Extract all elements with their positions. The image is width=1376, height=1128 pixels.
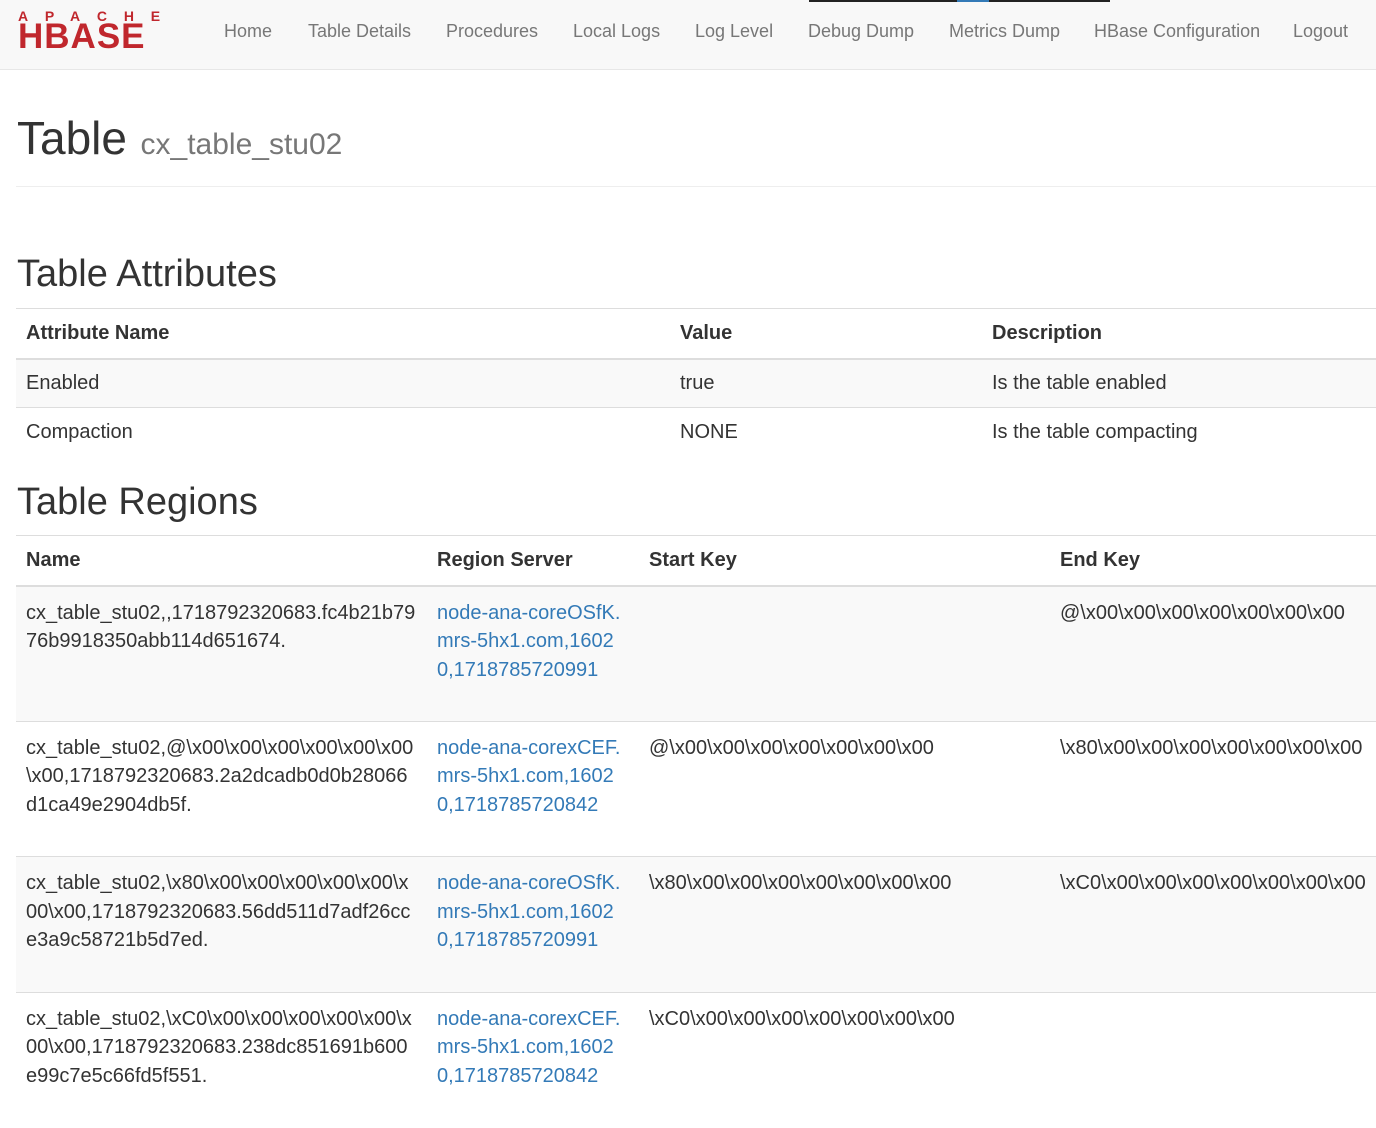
- logo-hbase-text: HBASE: [18, 17, 146, 56]
- hbase-logo[interactable]: APACHE HBASE: [18, 9, 186, 56]
- region-server-cell: node-ana-corexCEF.mrs-5hx1.com,16020,171…: [427, 720, 639, 857]
- region-server-link[interactable]: node-ana-corexCEF.mrs-5hx1.com,16020,171…: [437, 1008, 620, 1087]
- attribute-value-cell: true: [670, 358, 982, 408]
- page-title: Table cx_table_stu02: [17, 110, 342, 170]
- end-key-cell: [1050, 991, 1376, 1128]
- table-regions: Name Region Server Start Key End Key cx_…: [16, 535, 1376, 1128]
- column-header-attribute-name: Attribute Name: [16, 308, 670, 360]
- nav-metrics-dump[interactable]: Metrics Dump: [949, 19, 1060, 43]
- start-key-cell: [639, 585, 1050, 721]
- end-key-cell: \xC0\x00\x00\x00\x00\x00\x00\x00: [1050, 856, 1376, 992]
- table-attributes-heading: Table Attributes: [17, 253, 277, 295]
- nav-log-level[interactable]: Log Level: [695, 19, 773, 43]
- region-server-cell: node-ana-coreOSfK.mrs-5hx1.com,16020,171…: [427, 585, 639, 721]
- nav-debug-dump[interactable]: Debug Dump: [808, 19, 914, 43]
- column-header-end-key: End Key: [1050, 535, 1376, 587]
- table-header-row: Attribute Name Value Description: [16, 308, 1376, 360]
- region-name-cell: cx_table_stu02,\x80\x00\x00\x00\x00\x00\…: [16, 856, 427, 992]
- region-name-cell: cx_table_stu02,\xC0\x00\x00\x00\x00\x00\…: [16, 991, 427, 1128]
- table-header-row: Name Region Server Start Key End Key: [16, 535, 1376, 587]
- attribute-description-cell: Is the table compacting: [982, 407, 1376, 457]
- nav-logout[interactable]: Logout: [1293, 19, 1348, 43]
- start-key-cell: \x80\x00\x00\x00\x00\x00\x00\x00: [639, 856, 1050, 992]
- title-divider: [16, 186, 1376, 187]
- end-key-cell: @\x00\x00\x00\x00\x00\x00\x00: [1050, 585, 1376, 721]
- table-row: cx_table_stu02,\x80\x00\x00\x00\x00\x00\…: [16, 856, 1376, 992]
- nav-procedures[interactable]: Procedures: [446, 19, 538, 43]
- table-attributes: Attribute Name Value Description Enabled…: [16, 308, 1376, 457]
- start-key-cell: \xC0\x00\x00\x00\x00\x00\x00\x00: [639, 991, 1050, 1128]
- region-server-link[interactable]: node-ana-corexCEF.mrs-5hx1.com,16020,171…: [437, 737, 620, 816]
- page-title-table-name: cx_table_stu02: [140, 128, 343, 161]
- attribute-description-cell: Is the table enabled: [982, 358, 1376, 408]
- table-regions-heading: Table Regions: [17, 481, 258, 523]
- top-navbar: APACHE HBASE Home Table Details Procedur…: [0, 0, 1376, 70]
- page-title-text: Table: [17, 112, 127, 164]
- region-server-cell: node-ana-coreOSfK.mrs-5hx1.com,16020,171…: [427, 856, 639, 992]
- column-header-start-key: Start Key: [639, 535, 1050, 587]
- region-name-cell: cx_table_stu02,,1718792320683.fc4b21b797…: [16, 585, 427, 721]
- table-row: cx_table_stu02,@\x00\x00\x00\x00\x00\x00…: [16, 720, 1376, 857]
- nav-hbase-configuration[interactable]: HBase Configuration: [1094, 19, 1260, 43]
- nav-local-logs[interactable]: Local Logs: [573, 19, 660, 43]
- attribute-value-cell: NONE: [670, 407, 982, 457]
- region-server-link[interactable]: node-ana-coreOSfK.mrs-5hx1.com,16020,171…: [437, 602, 620, 681]
- table-row: cx_table_stu02,,1718792320683.fc4b21b797…: [16, 585, 1376, 721]
- nav-table-details[interactable]: Table Details: [308, 19, 411, 43]
- table-row: cx_table_stu02,\xC0\x00\x00\x00\x00\x00\…: [16, 991, 1376, 1128]
- nav-home[interactable]: Home: [224, 19, 272, 43]
- navbar-top-accent: [957, 0, 989, 2]
- column-header-region-server: Region Server: [427, 535, 639, 587]
- region-name-cell: cx_table_stu02,@\x00\x00\x00\x00\x00\x00…: [16, 720, 427, 857]
- table-row: Enabled true Is the table enabled: [16, 358, 1376, 408]
- column-header-value: Value: [670, 308, 982, 360]
- region-server-link[interactable]: node-ana-coreOSfK.mrs-5hx1.com,16020,171…: [437, 872, 620, 951]
- table-row: Compaction NONE Is the table compacting: [16, 407, 1376, 457]
- column-header-description: Description: [982, 308, 1376, 360]
- start-key-cell: @\x00\x00\x00\x00\x00\x00\x00: [639, 720, 1050, 857]
- attribute-name-cell: Enabled: [16, 358, 670, 408]
- column-header-name: Name: [16, 535, 427, 587]
- region-server-cell: node-ana-corexCEF.mrs-5hx1.com,16020,171…: [427, 991, 639, 1128]
- end-key-cell: \x80\x00\x00\x00\x00\x00\x00\x00: [1050, 720, 1376, 857]
- attribute-name-cell: Compaction: [16, 407, 670, 457]
